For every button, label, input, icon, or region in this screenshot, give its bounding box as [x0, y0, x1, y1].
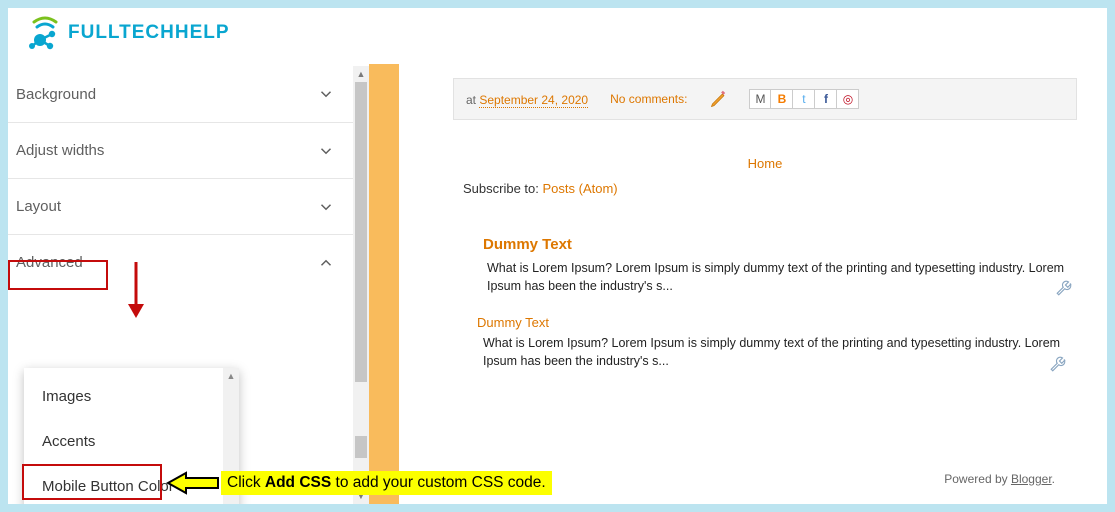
post-meta-bar: at September 24, 2020 No comments: M B t… — [453, 78, 1077, 120]
callout-post: to add your custom CSS code. — [331, 474, 546, 491]
chevron-up-icon — [317, 254, 335, 272]
chevron-down-icon — [317, 142, 335, 160]
share-email-icon[interactable]: M — [749, 89, 771, 109]
wrench-icon[interactable] — [1055, 279, 1073, 297]
sidebar-scrollbar[interactable]: ▲ ▼ — [353, 66, 369, 504]
article-title-link[interactable]: Dummy Text — [483, 236, 1095, 253]
sidebar-label: Layout — [16, 198, 61, 215]
dropdown-item-images[interactable]: Images — [24, 374, 239, 419]
no-comments-link[interactable]: No comments: — [610, 92, 687, 106]
dropdown-item-accents[interactable]: Accents — [24, 419, 239, 464]
scroll-up-icon[interactable]: ▲ — [353, 66, 369, 82]
logo-text: FULLTECHHELP — [68, 22, 230, 44]
footer-text: Powered by — [944, 472, 1011, 486]
blogger-link[interactable]: Blogger — [1011, 472, 1052, 486]
related-title-link[interactable]: Dummy Text — [477, 315, 1071, 330]
theme-sidebar: Background Adjust widths Layout Advanced… — [8, 66, 353, 504]
scroll-up-icon[interactable]: ▲ — [223, 368, 239, 384]
wrench-icon[interactable] — [1049, 355, 1067, 373]
meta-at: at September 24, 2020 — [466, 92, 588, 107]
callout-pre: Click — [227, 474, 265, 491]
subscribe-line: Subscribe to: Posts (Atom) — [463, 181, 1095, 196]
scroll-thumb[interactable] — [355, 82, 367, 382]
advanced-dropdown: Images Accents Mobile Button Color Add C… — [24, 368, 239, 504]
home-link[interactable]: Home — [435, 156, 1095, 171]
share-twitter-icon[interactable]: t — [793, 89, 815, 109]
preview-gutter — [369, 64, 399, 504]
blog-footer: Powered by Blogger. — [944, 472, 1055, 486]
sidebar-item-advanced[interactable]: Advanced — [8, 234, 353, 290]
preview-margin — [399, 64, 435, 504]
sidebar-item-background[interactable]: Background — [8, 66, 353, 122]
subscribe-link[interactable]: Posts (Atom) — [543, 181, 618, 196]
sidebar-item-adjust-widths[interactable]: Adjust widths — [8, 122, 353, 178]
annotation-callout: Click Add CSS to add your custom CSS cod… — [221, 471, 552, 495]
sidebar-label: Background — [16, 86, 96, 103]
chevron-down-icon — [317, 198, 335, 216]
blog-preview: at September 24, 2020 No comments: M B t… — [435, 64, 1095, 504]
chevron-down-icon — [317, 85, 335, 103]
sidebar-label: Advanced — [16, 254, 83, 271]
post-date-link[interactable]: September 24, 2020 — [479, 93, 588, 108]
article-excerpt: What is Lorem Ipsum? Lorem Ipsum is simp… — [487, 259, 1071, 295]
site-logo[interactable]: FULLTECHHELP — [28, 16, 230, 50]
scroll-thumb[interactable] — [355, 436, 367, 458]
edit-pencil-icon[interactable] — [709, 89, 729, 109]
share-facebook-icon[interactable]: f — [815, 89, 837, 109]
sidebar-label: Adjust widths — [16, 142, 104, 159]
share-pinterest-icon[interactable]: ◎ — [837, 89, 859, 109]
related-body-text: What is Lorem Ipsum? Lorem Ipsum is simp… — [483, 334, 1071, 370]
subscribe-label: Subscribe to: — [463, 181, 543, 196]
sidebar-item-layout[interactable]: Layout — [8, 178, 353, 234]
dropdown-item-mobile-button-color[interactable]: Mobile Button Color — [24, 464, 239, 504]
logo-icon — [28, 16, 62, 50]
share-blogger-icon[interactable]: B — [771, 89, 793, 109]
article-body-text: What is Lorem Ipsum? Lorem Ipsum is simp… — [487, 261, 1064, 293]
share-buttons: M B t f ◎ — [749, 89, 859, 109]
callout-bold: Add CSS — [265, 474, 331, 491]
related-article: Dummy Text What is Lorem Ipsum? Lorem Ip… — [475, 315, 1071, 370]
at-label: at — [466, 93, 479, 107]
